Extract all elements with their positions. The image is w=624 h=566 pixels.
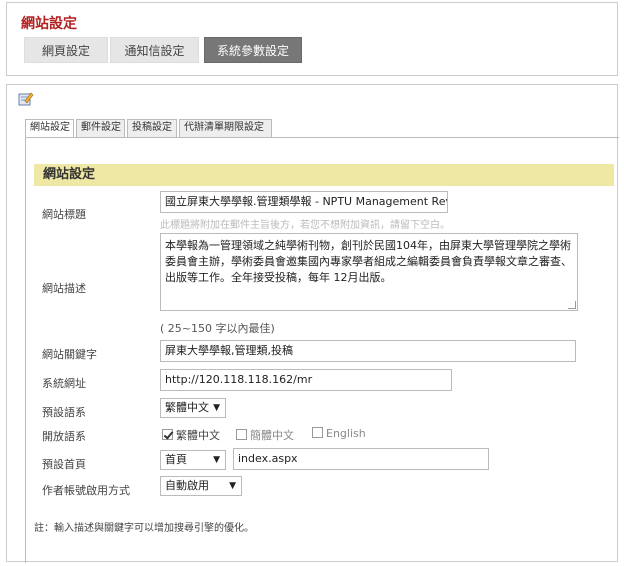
lang-checkbox-simplified[interactable]: 簡體中文 [236, 427, 294, 443]
author-account-value: 自動啟用 [165, 479, 209, 492]
site-desc-hint: ( 25~150 字以內最佳) [160, 322, 275, 335]
top-panel: 網站設定 網頁設定 通知信設定 系統參數設定 [6, 2, 618, 76]
default-home-select[interactable]: 首頁 ▼ [160, 450, 226, 470]
lang-traditional-label: 繁體中文 [176, 429, 220, 442]
main-panel: 網站設定 郵件設定 投稿設定 代辦清單期限設定 網站設定 網站標題 國立屏東大學… [6, 84, 619, 563]
tab-notification-settings[interactable]: 通知信設定 [110, 37, 199, 63]
keywords-label: 網站關鍵字 [42, 348, 97, 361]
subtab-submission-settings[interactable]: 投稿設定 [127, 119, 177, 137]
tab-content: 網站設定 網站標題 國立屏東大學學報.管理類學報 - NPTU Manageme… [25, 137, 619, 563]
site-desc-label: 網站描述 [42, 282, 86, 295]
lang-checkbox-traditional[interactable]: 繁體中文 [162, 427, 220, 443]
resize-grip-icon[interactable] [568, 301, 576, 309]
triangle-down-icon: ▼ [213, 403, 220, 413]
system-url-input[interactable]: http://120.118.118.162/mr [160, 369, 452, 391]
triangle-down-icon: ▼ [229, 481, 236, 491]
subtab-mail-settings[interactable]: 郵件設定 [76, 119, 125, 137]
site-desc-textarea[interactable]: 本學報為一管理領域之純學術刊物，創刊於民國104年，由屏東大學管理學院之學術委員… [160, 233, 578, 311]
section-header: 網站設定 [34, 164, 614, 186]
lang-checkbox-english[interactable]: English [312, 427, 366, 440]
checkbox-icon[interactable] [236, 429, 247, 440]
system-url-label: 系統網址 [42, 377, 86, 390]
subtab-todo-deadline-settings[interactable]: 代辦清單期限設定 [179, 119, 272, 137]
default-lang-label: 預設語系 [42, 406, 86, 419]
checkbox-icon[interactable] [312, 427, 323, 438]
tab-web-settings[interactable]: 網頁設定 [24, 37, 108, 63]
default-home-file-input[interactable]: index.aspx [233, 448, 489, 470]
default-lang-select[interactable]: 繁體中文 ▼ [160, 398, 226, 418]
default-home-label: 預設首頁 [42, 458, 86, 471]
site-desc-text: 本學報為一管理領域之純學術刊物，創刊於民國104年，由屏東大學管理學院之學術委員… [165, 239, 572, 284]
tab-system-parameters[interactable]: 系統參數設定 [204, 37, 302, 63]
lang-english-label: English [326, 427, 366, 440]
site-title-label: 網站標題 [42, 208, 86, 221]
site-title-input[interactable]: 國立屏東大學學報.管理類學報 - NPTU Management Revie [160, 191, 448, 213]
default-lang-value: 繁體中文 [165, 401, 209, 414]
lang-simplified-label: 簡體中文 [250, 429, 294, 442]
author-account-label: 作者帳號啟用方式 [42, 484, 130, 497]
subtab-site-settings[interactable]: 網站設定 [25, 119, 74, 138]
checkbox-checked-icon[interactable] [162, 429, 173, 440]
site-title-hint: 此標題將附加在郵件主旨後方，若您不想附加資訊，請留下空白。 [160, 220, 450, 231]
page-title: 網站設定 [21, 16, 77, 32]
pencil-notepad-icon [18, 92, 34, 106]
author-account-select[interactable]: 自動啟用 ▼ [160, 476, 242, 496]
triangle-down-icon: ▼ [213, 455, 220, 465]
default-home-value: 首頁 [165, 453, 187, 466]
open-lang-label: 開放語系 [42, 430, 86, 443]
footnote: 註：輸入描述與關鍵字可以增加搜尋引擎的優化。 [34, 523, 254, 534]
keywords-input[interactable]: 屏東大學學報,管理類,投稿 [160, 340, 576, 362]
